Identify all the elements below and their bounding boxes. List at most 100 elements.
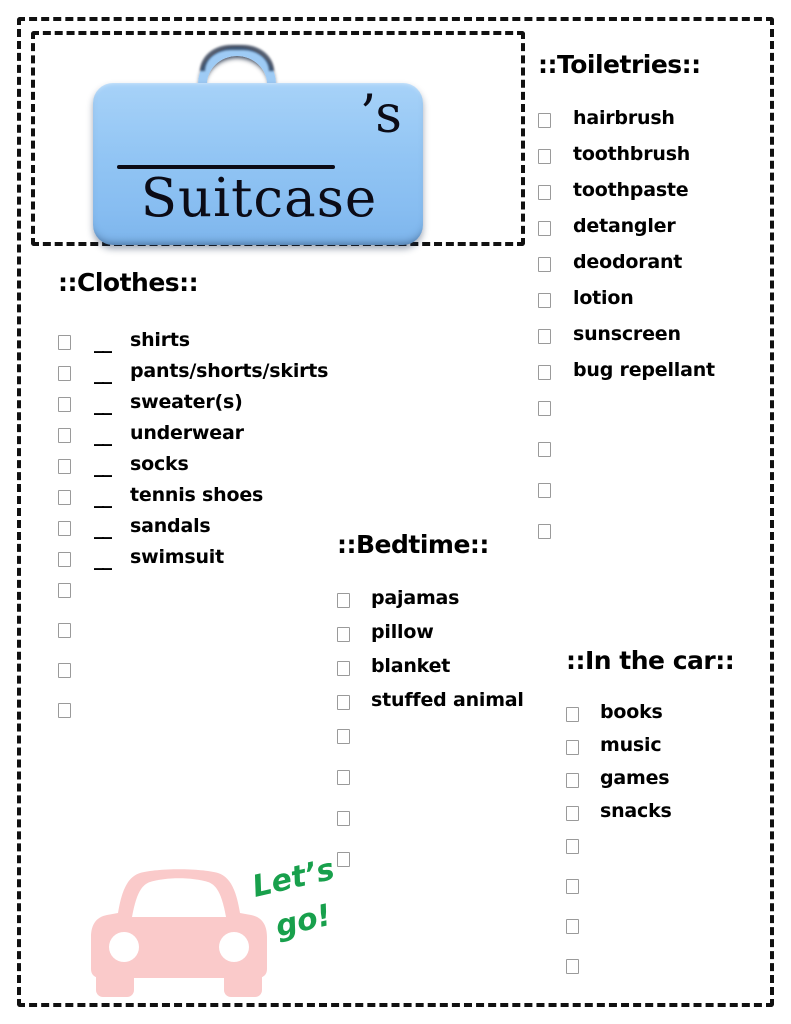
checkbox[interactable]: [337, 728, 350, 744]
checkbox[interactable]: [538, 184, 551, 200]
checkbox[interactable]: [566, 838, 579, 854]
checklist-item[interactable]: pillow: [337, 622, 567, 643]
checkbox[interactable]: [538, 113, 551, 128]
checkbox[interactable]: [58, 623, 71, 638]
checklist-item[interactable]: detangler: [538, 216, 778, 237]
checklist-blank-row[interactable]: __________: [337, 807, 567, 826]
checklist-item[interactable]: __ sweater(s): [58, 392, 358, 413]
checklist-item[interactable]: books: [566, 702, 786, 723]
checklist-blank-row[interactable]: __________: [566, 915, 786, 934]
checklist-item[interactable]: pajamas: [337, 588, 567, 609]
write-in-blank-line[interactable]: __________: [573, 397, 721, 413]
checklist-blank-row[interactable]: __________: [566, 835, 786, 854]
checklist-blank-row[interactable]: __________: [538, 479, 778, 498]
checkbox[interactable]: [566, 772, 579, 788]
checkbox[interactable]: [538, 482, 551, 498]
write-in-blank-line[interactable]: __________: [600, 835, 740, 851]
checkbox[interactable]: [538, 256, 551, 272]
checkbox[interactable]: [58, 552, 71, 567]
checklist-item[interactable]: __ sandals: [58, 516, 358, 537]
checkbox[interactable]: [566, 878, 579, 894]
write-in-blank-line[interactable]: __________: [371, 766, 511, 782]
checklist-item[interactable]: lotion: [538, 288, 778, 309]
quantity-blank[interactable]: __: [94, 393, 124, 413]
quantity-blank[interactable]: __: [94, 424, 124, 444]
write-in-blank-line[interactable]: __________: [94, 619, 277, 635]
checkbox[interactable]: [538, 148, 551, 164]
checklist-blank-row[interactable]: __________: [337, 766, 567, 785]
checklist-item[interactable]: __ shirts: [58, 330, 358, 351]
checklist-item[interactable]: bug repellant: [538, 360, 778, 381]
checkbox[interactable]: [58, 397, 71, 412]
checkbox[interactable]: [337, 694, 350, 710]
write-in-blank-line[interactable]: __________: [600, 875, 740, 891]
checklist-item[interactable]: snacks: [566, 801, 786, 822]
checklist-blank-row[interactable]: __________: [337, 848, 567, 867]
checklist-blank-row[interactable]: __________: [566, 875, 786, 894]
quantity-blank[interactable]: __: [94, 331, 124, 351]
checklist-item[interactable]: stuffed animal: [337, 690, 567, 711]
checklist-item[interactable]: __ pants/shorts/skirts: [58, 361, 358, 382]
checkbox[interactable]: [337, 660, 350, 676]
quantity-blank[interactable]: __: [94, 548, 124, 568]
checkbox[interactable]: [337, 626, 350, 642]
checklist-blank-row[interactable]: __________: [538, 438, 778, 457]
checklist-item[interactable]: __ tennis shoes: [58, 485, 358, 506]
checklist-blank-row[interactable]: __________: [58, 619, 358, 638]
checkbox[interactable]: [538, 441, 551, 457]
checkbox[interactable]: [566, 958, 579, 974]
checkbox[interactable]: [538, 328, 551, 344]
checklist-item[interactable]: __ socks: [58, 454, 358, 475]
checklist-blank-row[interactable]: __________: [58, 659, 358, 678]
write-in-blank-line[interactable]: __________: [371, 807, 511, 823]
checklist-item[interactable]: games: [566, 768, 786, 789]
quantity-blank[interactable]: __: [94, 486, 124, 506]
checkbox[interactable]: [538, 220, 551, 236]
checkbox[interactable]: [58, 521, 71, 536]
checkbox[interactable]: [566, 805, 579, 821]
checklist-item[interactable]: toothpaste: [538, 180, 778, 201]
checklist-blank-row[interactable]: __________: [58, 699, 358, 718]
quantity-blank[interactable]: __: [94, 517, 124, 537]
checklist-blank-row[interactable]: __________: [58, 579, 358, 598]
write-in-blank-line[interactable]: __________: [573, 520, 721, 536]
write-in-blank-line[interactable]: __________: [371, 725, 511, 741]
checkbox[interactable]: [566, 739, 579, 755]
checkbox[interactable]: [58, 490, 71, 505]
checkbox[interactable]: [58, 663, 71, 678]
checklist-item[interactable]: hairbrush: [538, 108, 778, 129]
checkbox[interactable]: [337, 593, 350, 608]
checklist-item[interactable]: music: [566, 735, 786, 756]
checklist-blank-row[interactable]: __________: [538, 397, 778, 416]
write-in-blank-line[interactable]: __________: [600, 915, 740, 931]
write-in-blank-line[interactable]: __________: [573, 438, 721, 454]
checkbox[interactable]: [538, 400, 551, 416]
checklist-item[interactable]: sunscreen: [538, 324, 778, 345]
checklist-item[interactable]: deodorant: [538, 252, 778, 273]
checkbox[interactable]: [58, 583, 71, 598]
checkbox[interactable]: [58, 335, 71, 350]
checkbox[interactable]: [58, 428, 71, 443]
checklist-item[interactable]: __ underwear: [58, 423, 358, 444]
checkbox[interactable]: [58, 366, 71, 381]
quantity-blank[interactable]: __: [94, 455, 124, 475]
checklist-item[interactable]: blanket: [337, 656, 567, 677]
checkbox[interactable]: [58, 703, 71, 718]
write-in-blank-line[interactable]: __________: [600, 955, 740, 971]
checklist-blank-row[interactable]: __________: [566, 955, 786, 974]
write-in-blank-line[interactable]: __________: [573, 479, 721, 495]
checklist-blank-row[interactable]: __________: [538, 520, 778, 539]
quantity-blank[interactable]: __: [94, 362, 124, 382]
write-in-blank-line[interactable]: __________: [94, 579, 277, 595]
checkbox[interactable]: [58, 459, 71, 474]
write-in-blank-line[interactable]: __________: [94, 659, 277, 675]
write-in-blank-line[interactable]: __________: [371, 848, 511, 864]
checkbox[interactable]: [566, 918, 579, 934]
write-in-blank-line[interactable]: __________: [94, 699, 277, 715]
checkbox[interactable]: [337, 810, 350, 826]
checkbox[interactable]: [337, 769, 350, 785]
checkbox[interactable]: [566, 707, 579, 722]
checkbox[interactable]: [538, 292, 551, 308]
checklist-item[interactable]: toothbrush: [538, 144, 778, 165]
checklist-item[interactable]: __ swimsuit: [58, 547, 358, 568]
